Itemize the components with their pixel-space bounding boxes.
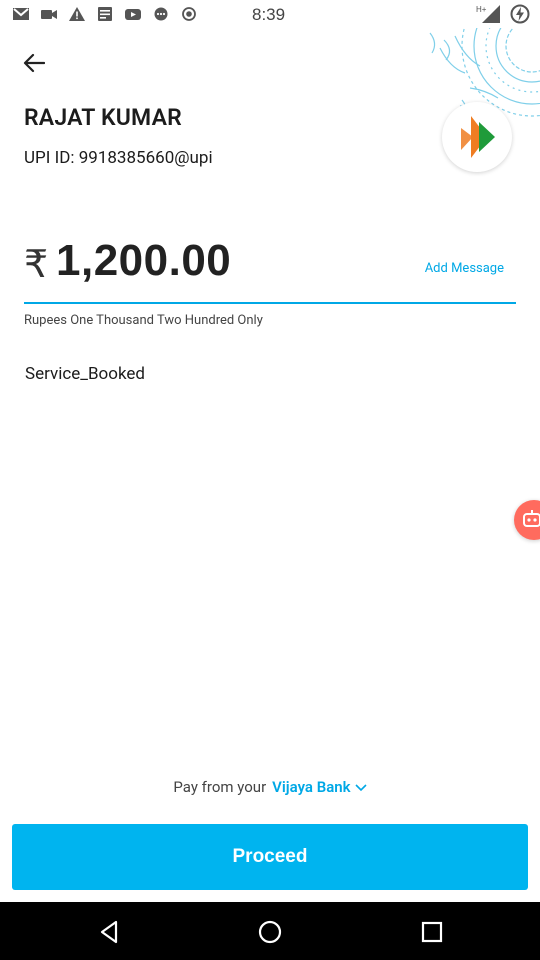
upi-arrow-logo-icon bbox=[461, 116, 495, 158]
home-nav-icon[interactable] bbox=[255, 917, 285, 947]
back-arrow-icon bbox=[23, 53, 45, 73]
amount-in-words: Rupees One Thousand Two Hundred Only bbox=[24, 313, 263, 328]
gmail-icon bbox=[13, 8, 29, 20]
payment-remarks: Service_Booked bbox=[25, 364, 146, 384]
bank-name: Vijaya Bank bbox=[272, 778, 351, 796]
back-button[interactable] bbox=[18, 48, 50, 78]
floating-chat-button[interactable] bbox=[514, 500, 540, 540]
record-icon bbox=[182, 7, 196, 21]
payee-name: RAJAT KUMAR bbox=[24, 104, 182, 131]
bank-selector[interactable]: Vijaya Bank bbox=[272, 778, 367, 796]
signal-icon: H+ bbox=[476, 5, 500, 23]
upi-id-row: UPI ID: 9918385660@upi bbox=[24, 148, 213, 168]
amount-field[interactable]: ₹ 1,200.00 Add Message bbox=[24, 236, 516, 304]
amount-value: 1,200.00 bbox=[56, 236, 232, 285]
status-bar: 8:39 H+ bbox=[0, 0, 540, 30]
clock: 8:39 bbox=[252, 5, 286, 24]
video-icon bbox=[41, 10, 57, 19]
upi-id-label: UPI ID: bbox=[24, 148, 75, 168]
system-icons: H+ bbox=[476, 4, 530, 24]
network-type-label: H+ bbox=[476, 5, 487, 14]
recents-nav-icon[interactable] bbox=[417, 917, 447, 947]
upi-id-value: 9918385660@upi bbox=[78, 148, 213, 168]
battery-charging-icon bbox=[510, 4, 530, 24]
warning-icon bbox=[69, 7, 85, 21]
rupee-symbol: ₹ bbox=[24, 242, 49, 286]
pay-from-label: Pay from your bbox=[173, 778, 267, 796]
notification-icons bbox=[12, 6, 198, 22]
chevron-down-icon bbox=[355, 784, 367, 792]
navigation-bar bbox=[0, 902, 540, 960]
pay-from-row: Pay from your Vijaya Bank bbox=[0, 778, 540, 796]
bot-icon bbox=[523, 510, 540, 527]
chat-icon bbox=[154, 7, 168, 21]
back-nav-icon[interactable] bbox=[94, 917, 124, 947]
proceed-button[interactable]: Proceed bbox=[12, 824, 528, 890]
add-message-link[interactable]: Add Message bbox=[425, 261, 504, 276]
bhim-logo bbox=[442, 102, 512, 172]
news-icon bbox=[98, 7, 112, 21]
youtube-icon bbox=[125, 9, 141, 20]
